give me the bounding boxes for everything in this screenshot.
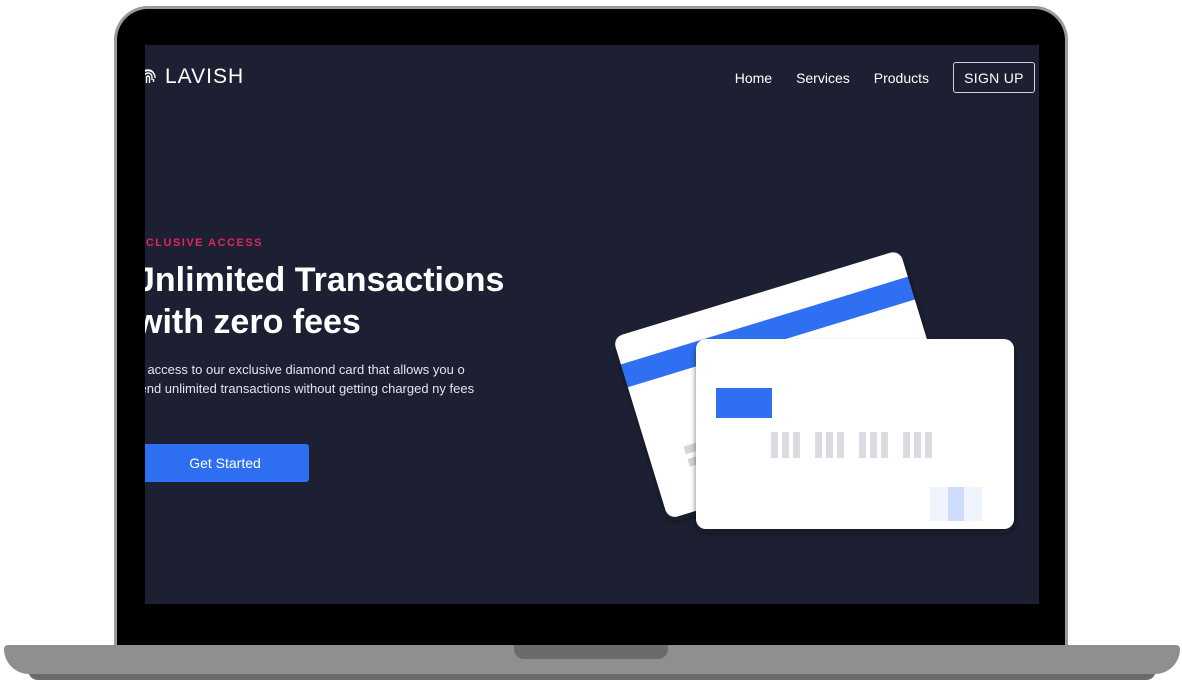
laptop-notch [514,645,668,659]
hero-headline-line2: with zero fees [145,303,361,341]
hero-headline-line1: Jnlimited Transactions [145,261,505,299]
brand-logo[interactable]: LAVISH [145,65,244,89]
hero-headline: Jnlimited Transactions with zero fees [145,259,556,343]
get-started-button[interactable]: Get Started [145,444,309,482]
fingerprint-icon [145,66,159,88]
hero-description: et access to our exclusive diamond card … [145,362,475,396]
nav-services[interactable]: Services [796,70,850,86]
card-chip [716,388,772,418]
hero-eyebrow: XCLUSIVE ACCESS [145,237,264,249]
laptop-screen: LAVISH Home Services Products SIGN UP XC… [145,45,1039,604]
nav-home[interactable]: Home [735,70,772,86]
signup-button[interactable]: SIGN UP [953,62,1035,93]
card-logo [930,487,982,521]
credit-cards-illustration [615,252,1014,529]
brand-name: LAVISH [165,65,245,88]
nav-products[interactable]: Products [874,70,929,86]
laptop-mockup: LAVISH Home Services Products SIGN UP XC… [0,0,1182,680]
top-nav: Home Services Products SIGN UP [735,62,1035,93]
front-card [696,339,1014,529]
